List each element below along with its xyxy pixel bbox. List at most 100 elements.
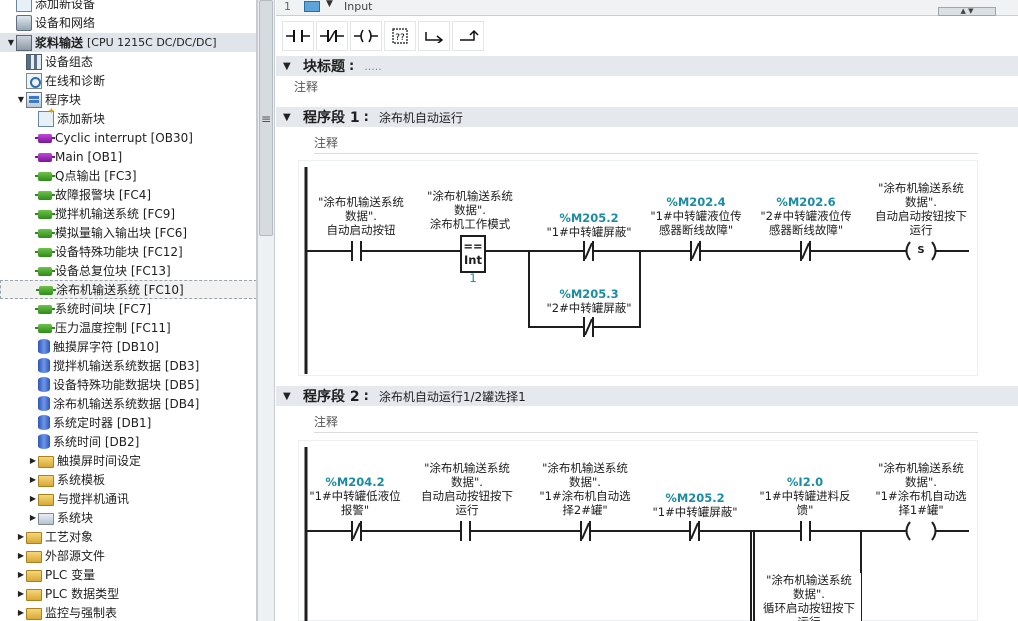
folder-icon: [26, 531, 42, 544]
contact-3-label: "涂布机输送系统 数据". "1#涂布机自动选 择2#罐": [539, 461, 631, 517]
contact-5-symbol: "2#中转罐液位传 感器断线故障": [760, 209, 852, 237]
interface-splitter[interactable]: ▲ ▼: [938, 7, 996, 16]
no-contact-icon[interactable]: [282, 21, 314, 51]
db-icon: [38, 358, 50, 373]
nc-contact-icon[interactable]: [316, 21, 348, 51]
contact-3-address: %M205.3: [559, 287, 619, 301]
tree-item[interactable]: ▶ 系统模板: [0, 470, 256, 489]
open-branch-icon[interactable]: [418, 21, 450, 51]
collapse-arrow-icon[interactable]: ▼: [6, 33, 16, 52]
network-icon: [16, 14, 32, 31]
tree-item[interactable]: 设备和网络: [0, 13, 256, 32]
tree-item[interactable]: Main [OB1]: [0, 147, 256, 166]
tree-item[interactable]: ▼ 程序块: [0, 90, 256, 109]
contact-1-address: %M204.2: [325, 475, 385, 489]
tree-item[interactable]: ▶ 工艺对象: [0, 527, 256, 546]
tree-item[interactable]: ▶ PLC 变量: [0, 565, 256, 584]
tree-item[interactable]: 搅拌机输送系统数据 [DB3]: [0, 356, 256, 375]
block-title-colon: :: [349, 58, 355, 74]
network-1-comment[interactable]: 注释: [314, 134, 338, 151]
coil-icon[interactable]: [350, 21, 382, 51]
tree-item-label: Q点输出 [FC3]: [55, 169, 137, 183]
expand-arrow-icon[interactable]: ▶: [16, 527, 26, 546]
tree-item[interactable]: ▶ 监控与强制表: [0, 603, 256, 621]
expand-arrow-icon[interactable]: ▶: [28, 489, 38, 508]
tree-item[interactable]: 设备组态: [0, 52, 256, 71]
expand-arrow-icon[interactable]: ▶: [16, 584, 26, 603]
network-2-title[interactable]: 涂布机自动运行1/2罐选择1: [379, 388, 526, 405]
expand-arrow-icon[interactable]: ▶: [16, 565, 26, 584]
diagnostics-icon: [26, 72, 42, 89]
tree-item[interactable]: 搅拌机输送系统 [FC9]: [0, 204, 256, 223]
contact-2-operand: %M205.2 "1#中转罐屏蔽": [539, 211, 639, 239]
contact-4-symbol: "1#中转罐液位传 感器断线故障": [650, 209, 742, 237]
tree-item-label: 系统时间块 [FC7]: [55, 302, 152, 316]
tree-item[interactable]: 在线和诊断: [0, 71, 256, 90]
tree-item[interactable]: ▶ 触摸屏时间设定: [0, 451, 256, 470]
tree-item[interactable]: 设备特殊功能块 [FC12]: [0, 242, 256, 261]
db-icon: [38, 434, 50, 449]
tree-item[interactable]: 系统时间块 [FC7]: [0, 299, 256, 318]
expand-arrow-icon[interactable]: ▶: [16, 546, 26, 565]
project-tree: 添加新设备设备和网络 ▼ 浆料输送[CPU 1215C DC/DC/DC] 设备组态在…: [0, 0, 257, 621]
network-2-comment[interactable]: 注释: [314, 413, 338, 430]
tree-item[interactable]: 设备总复位块 [FC13]: [0, 261, 256, 280]
tree-item[interactable]: ▼ 浆料输送 [CPU 1215C DC/DC/DC]: [0, 33, 256, 52]
contact-4-address: %M202.4: [666, 195, 726, 209]
expand-arrow-icon[interactable]: ▶: [28, 451, 38, 470]
block-title-label: 块标题: [303, 59, 345, 75]
network-2-header[interactable]: ▼ 程序段 2 : 涂布机自动运行1/2罐选择1: [276, 386, 1018, 406]
tree-item-label: 故障报警块 [FC4]: [55, 188, 152, 202]
contact-4-operand: %M205.2 "1#中转罐屏蔽": [643, 491, 747, 519]
tree-item[interactable]: 故障报警块 [FC4]: [0, 185, 256, 204]
block-title-band[interactable]: ▼ 块标题 : .....: [276, 56, 1018, 76]
splitter-grip-icon[interactable]: ≡: [261, 112, 271, 126]
tree-item[interactable]: 涂布机输送系统 [FC10]: [0, 280, 256, 299]
tree-item[interactable]: 系统定时器 [DB1]: [0, 413, 256, 432]
tree-item[interactable]: 添加新设备: [0, 0, 256, 13]
tree-item[interactable]: Q点输出 [FC3]: [0, 166, 256, 185]
fc-icon: [35, 267, 55, 276]
network-2-label: 程序段 2: [303, 389, 360, 405]
expand-arrow-icon[interactable]: ▼: [326, 0, 333, 9]
close-branch-icon[interactable]: [452, 21, 484, 51]
network-2-ladder[interactable]: %M204.2 "1#中转罐低液位 报警" "涂布机输送系统 数据". 自动启动按钮按…: [298, 440, 978, 621]
collapse-arrow-icon[interactable]: ▼: [16, 90, 26, 109]
collapse-arrow-icon[interactable]: ▼: [283, 391, 293, 402]
tree-item[interactable]: ▶ PLC 数据类型: [0, 584, 256, 603]
block-comment[interactable]: 注释: [294, 78, 318, 95]
tree-item[interactable]: 设备特殊功能数据块 [DB5]: [0, 375, 256, 394]
tree-item[interactable]: ▶ 外部源文件: [0, 546, 256, 565]
tree-item-label: 设备和网络: [35, 16, 96, 30]
ladder-editor: 1 ▼ Input ▲ ▼ ?? ▼ 块标题 : ..... 注释 ▼ 程序段 …: [276, 0, 1018, 621]
tree-item[interactable]: ▶ 与搅拌机通讯: [0, 489, 256, 508]
tree-item[interactable]: ▶ 系统块: [0, 508, 256, 527]
tree-scrollbar[interactable]: ≡: [257, 0, 275, 621]
network-1-ladder[interactable]: "涂布机输送系统 数据". 自动启动按钮 "涂布机输送系统 数据". 涂布机工作模式 =…: [298, 160, 978, 376]
tree-item[interactable]: 添加新块: [0, 107, 256, 128]
collapse-arrow-icon[interactable]: ▼: [283, 112, 293, 123]
contact-5-operand: %I2.0 "1#中转罐进料反 馈": [753, 475, 857, 517]
network-1-title[interactable]: 涂布机自动运行: [379, 109, 463, 126]
tree-item-label: 涂布机输送系统数据 [DB4]: [53, 397, 200, 411]
tree-item[interactable]: 系统时间 [DB2]: [0, 432, 256, 451]
device-config-icon: [26, 53, 42, 70]
expand-arrow-icon[interactable]: ▶: [28, 470, 38, 489]
tree-item[interactable]: 压力温度控制 [FC11]: [0, 318, 256, 337]
tree-item[interactable]: 涂布机输送系统数据 [DB4]: [0, 394, 256, 413]
ob-icon: [35, 153, 55, 162]
block-title-value[interactable]: .....: [364, 60, 381, 73]
network-1-header[interactable]: ▼ 程序段 1 : 涂布机自动运行: [276, 107, 1018, 127]
tree-item[interactable]: 触摸屏字符 [DB10]: [0, 337, 256, 356]
tree-item[interactable]: Cyclic interrupt [OB30]: [0, 128, 256, 147]
expand-arrow-icon[interactable]: ▶: [28, 508, 38, 527]
tree-item[interactable]: 模拟量输入输出块 [FC6]: [0, 223, 256, 242]
empty-box-icon[interactable]: ??: [384, 21, 416, 51]
tree-item-label: 监控与强制表: [45, 606, 118, 620]
expand-arrow-icon[interactable]: ▶: [16, 603, 26, 621]
collapse-arrow-icon[interactable]: ▼: [283, 61, 293, 72]
